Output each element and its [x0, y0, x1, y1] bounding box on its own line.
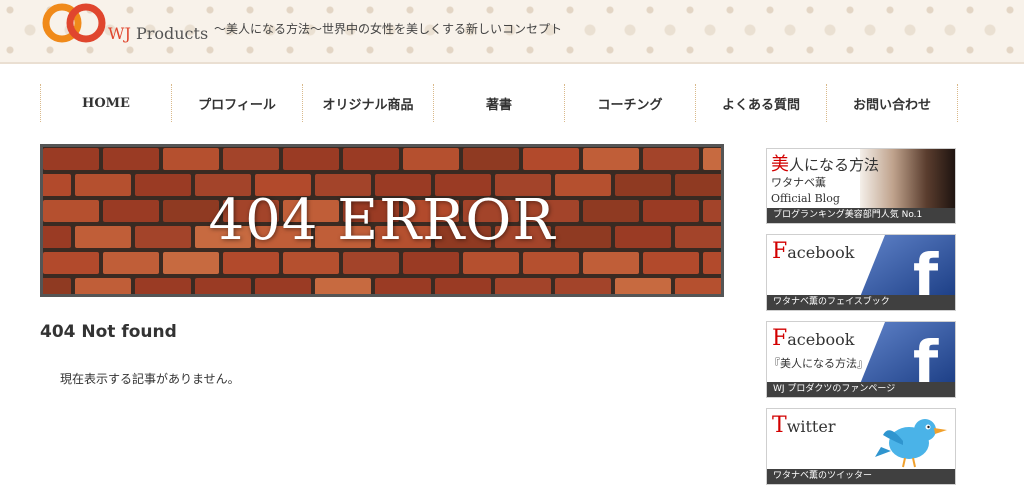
- blog-caption: ブログランキング美容部門人気 No.1: [767, 208, 955, 223]
- page-title: 404 Not found: [40, 322, 177, 342]
- facebook-fanpage-banner[interactable]: f Facebook 『美人になる方法』 WJ プロダクツのファンページ: [766, 321, 956, 398]
- error-banner-text: 404 ERROR: [208, 188, 556, 253]
- facebook-f-icon: f: [860, 322, 955, 384]
- twitter-title: Twitter: [772, 413, 836, 438]
- site-header: WJ Products 〜美人になる方法〜世界中の女性を美しくする新しいコンセプ…: [0, 0, 1024, 64]
- blog-title: 美人になる方法: [771, 154, 880, 175]
- facebook-caption: ワタナベ薫のフェイスブック: [767, 295, 955, 310]
- error-banner: 404 ERROR: [40, 144, 724, 297]
- nav-item-coaching[interactable]: コーチング: [564, 84, 695, 122]
- facebook-title: Facebook: [772, 239, 855, 264]
- svg-text:f: f: [913, 241, 939, 297]
- blog-subtitle: Official Blog: [771, 192, 840, 205]
- nav-item-contact[interactable]: お問い合わせ: [826, 84, 958, 122]
- facebook-fanpage-caption: WJ プロダクツのファンページ: [767, 382, 955, 397]
- nav-item-home[interactable]: HOME: [40, 84, 171, 122]
- site-tagline: 〜美人になる方法〜世界中の女性を美しくする新しいコンセプト: [214, 22, 563, 36]
- nav-item-books[interactable]: 著書: [433, 84, 564, 122]
- nav-item-original-products[interactable]: オリジナル商品: [302, 84, 433, 122]
- facebook-f-icon: f: [860, 235, 955, 297]
- blog-author: ワタナベ薫: [771, 176, 826, 189]
- nav-item-faq[interactable]: よくある質問: [695, 84, 826, 122]
- brand-prefix: WJ: [108, 24, 131, 43]
- twitter-caption: ワタナベ薫のツイッター: [767, 469, 955, 484]
- brand-name[interactable]: WJ Products: [108, 24, 208, 43]
- brand-suffix: Products: [135, 24, 209, 43]
- facebook-fanpage-title: Facebook: [772, 326, 855, 351]
- nav-item-profile[interactable]: プロフィール: [171, 84, 302, 122]
- not-found-message: 現在表示する記事がありません。: [60, 372, 240, 386]
- svg-text:f: f: [913, 328, 939, 384]
- facebook-fanpage-sub: 『美人になる方法』: [769, 357, 868, 370]
- twitter-bird-icon: [875, 419, 947, 468]
- main-navigation: HOME プロフィール オリジナル商品 著書 コーチング よくある質問 お問い合…: [40, 84, 958, 122]
- facebook-banner[interactable]: f Facebook ワタナベ薫のフェイスブック: [766, 234, 956, 311]
- wj-logo-icon[interactable]: [40, 2, 110, 44]
- twitter-banner[interactable]: Twitter ワタナベ薫のツイッター: [766, 408, 956, 485]
- blog-banner[interactable]: 美人になる方法 ワタナベ薫 Official Blog ブログランキング美容部門…: [766, 148, 956, 224]
- header-divider: [0, 62, 1024, 64]
